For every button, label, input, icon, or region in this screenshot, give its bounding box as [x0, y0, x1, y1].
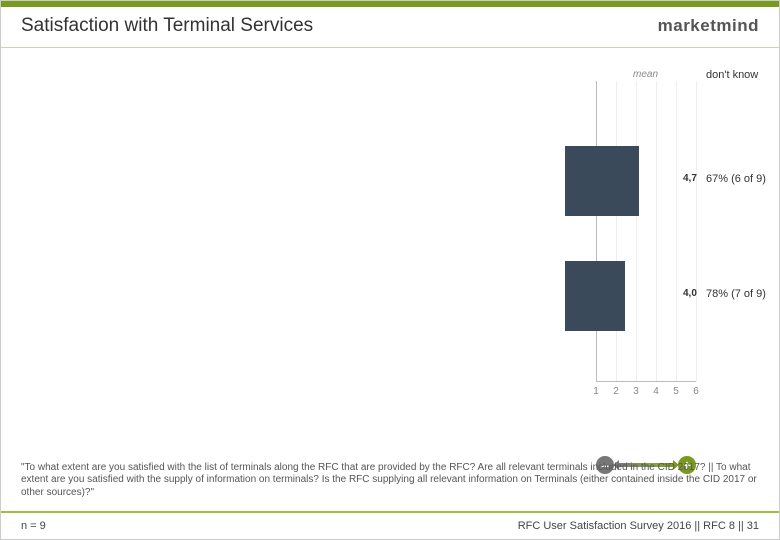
footer: n = 9 RFC User Satisfaction Survey 2016 … — [1, 511, 779, 539]
slide: Satisfaction with Terminal Services mark… — [0, 0, 780, 540]
chart-area: mean don't know 1 2 3 4 5 6 4,7 4,0 67% … — [1, 61, 779, 444]
bar-item-2 — [565, 261, 625, 331]
gridline — [656, 81, 657, 381]
x-tick: 6 — [690, 386, 702, 397]
x-tick: 2 — [610, 386, 622, 397]
x-tick: 4 — [650, 386, 662, 397]
bar-value-2: 4,0 — [683, 288, 697, 299]
chart-plot: 1 2 3 4 5 6 4,7 4,0 — [596, 81, 696, 401]
bar-value-1: 4,7 — [683, 173, 697, 184]
dont-know-value-2: 78% (7 of 9) — [706, 288, 766, 300]
dont-know-value-1: 67% (6 of 9) — [706, 173, 766, 185]
x-tick: 5 — [670, 386, 682, 397]
header: Satisfaction with Terminal Services mark… — [1, 7, 779, 48]
source-label: RFC User Satisfaction Survey 2016 || RFC… — [518, 520, 759, 532]
gridline — [676, 81, 677, 381]
dont-know-header: don't know — [706, 69, 758, 81]
gridline — [616, 81, 617, 381]
bar-item-1 — [565, 146, 639, 216]
question-text: "To what extent are you satisfied with t… — [21, 462, 759, 500]
x-tick: 1 — [590, 386, 602, 397]
y-axis — [596, 81, 597, 381]
sample-size: n = 9 — [21, 520, 46, 532]
gridline — [696, 81, 697, 381]
brand-logo: marketmind — [658, 16, 759, 36]
x-axis — [596, 381, 696, 382]
x-tick: 3 — [630, 386, 642, 397]
gridline — [636, 81, 637, 381]
page-title: Satisfaction with Terminal Services — [21, 15, 313, 37]
mean-header: mean — [633, 69, 658, 80]
